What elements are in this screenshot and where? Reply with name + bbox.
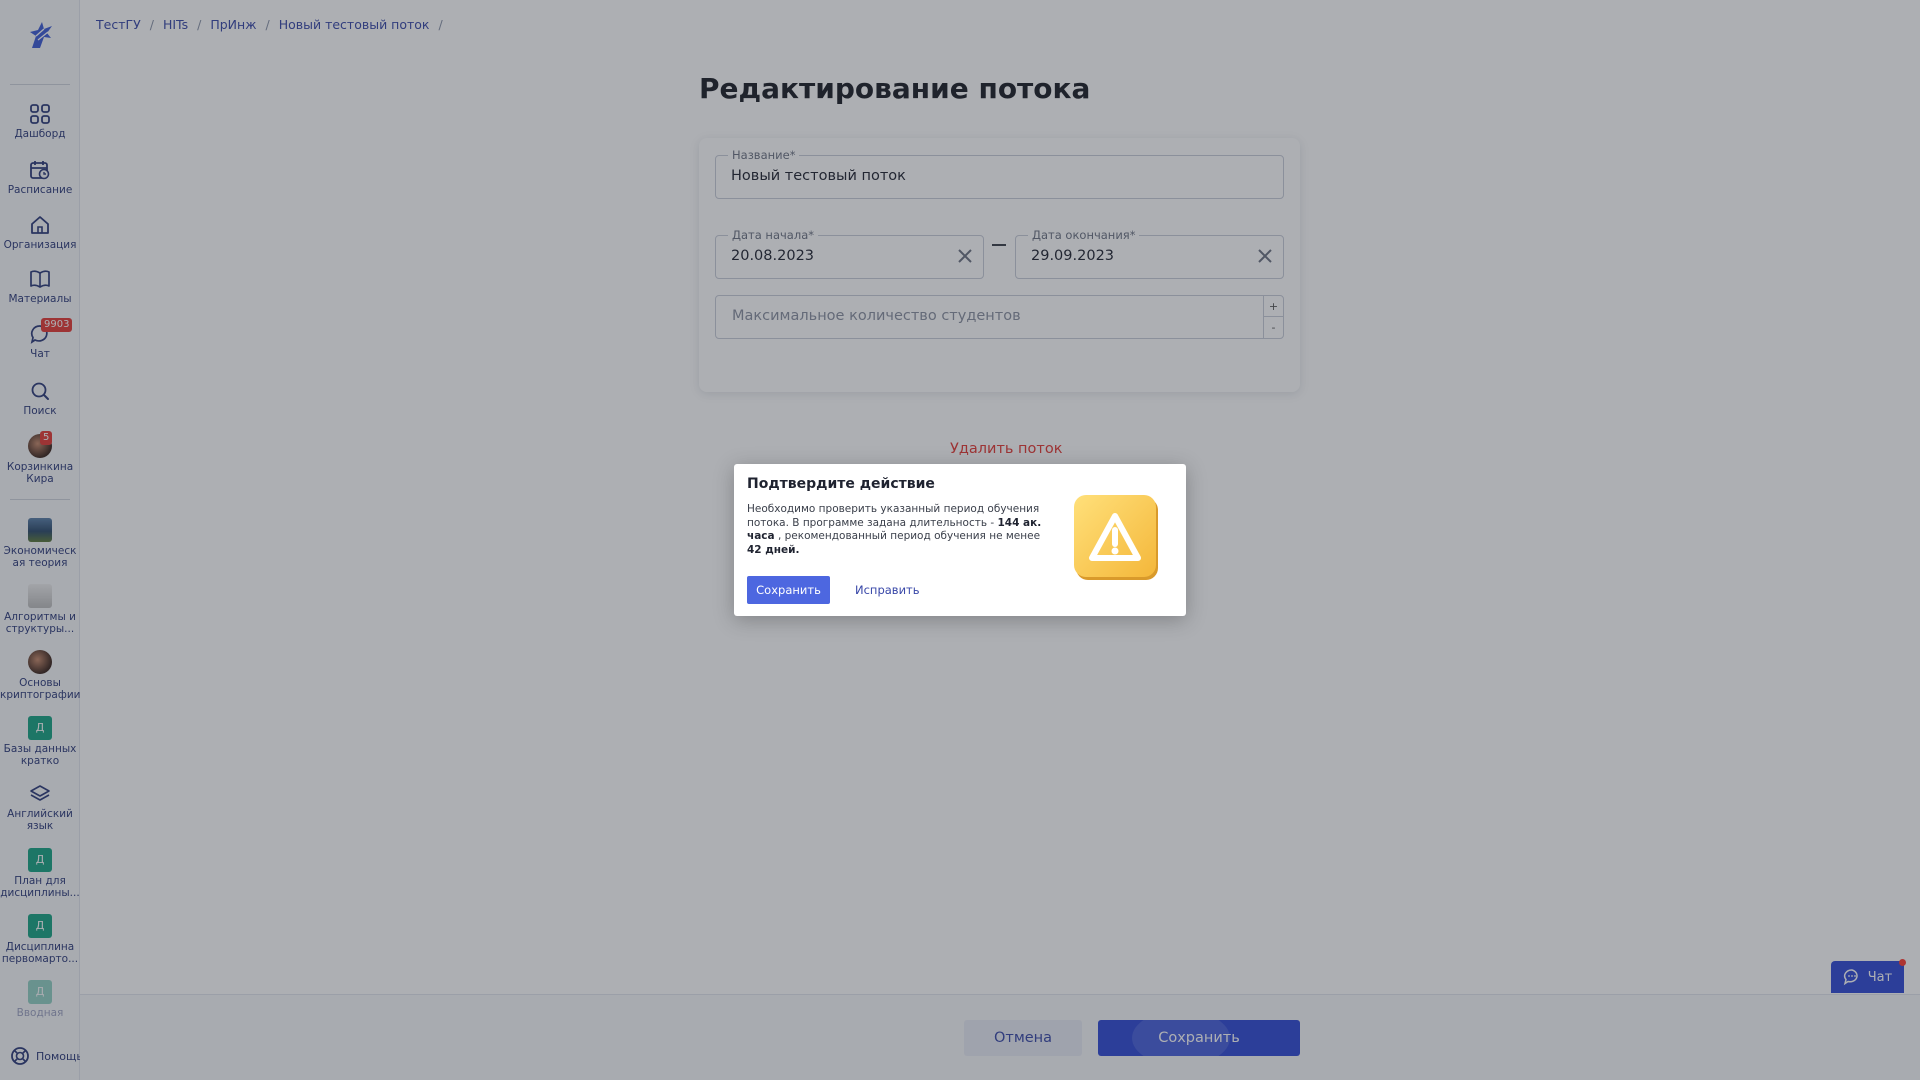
dialog-text: , рекомендованный период обучения не мен…: [774, 530, 1041, 542]
dialog-message: Необходимо проверить указанный период об…: [747, 503, 1042, 557]
dialog-text-days: 42 дней.: [747, 543, 800, 556]
confirm-dialog: Подтвердите действие Необходимо проверит…: [734, 464, 1186, 616]
dialog-save-button[interactable]: Сохранить: [747, 576, 830, 604]
dialog-text: Необходимо проверить указанный период об…: [747, 503, 1040, 529]
dialog-title: Подтвердите действие: [747, 476, 935, 492]
dialog-fix-button[interactable]: Исправить: [855, 583, 920, 597]
warning-icon: [1074, 495, 1158, 580]
